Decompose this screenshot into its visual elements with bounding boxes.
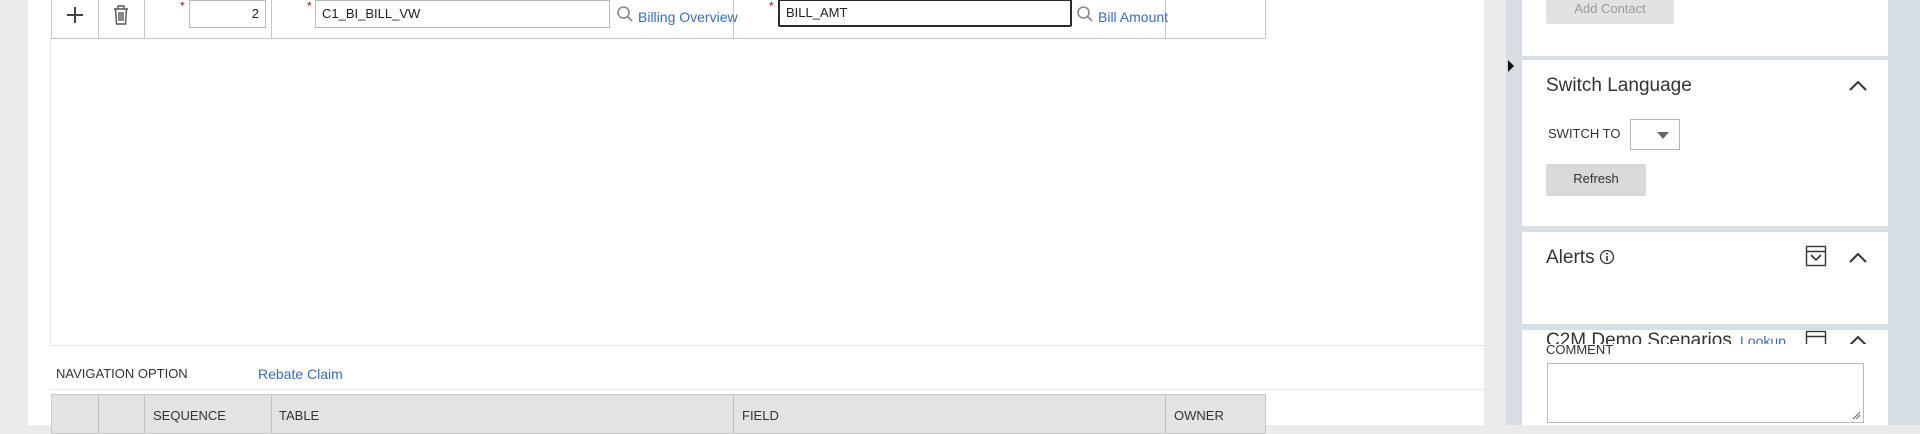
- grid-col-divider: [1165, 395, 1166, 433]
- table-input[interactable]: C1_BI_BILL_VW: [315, 0, 610, 28]
- switch-language-title: Switch Language: [1546, 75, 1692, 96]
- add-row-icon[interactable]: [62, 2, 88, 28]
- column-header-owner[interactable]: OWNER: [1174, 408, 1224, 423]
- field-lookup[interactable]: Bill Amount: [1076, 5, 1168, 28]
- switch-language-zone: Switch Language SWITCH TO Refresh: [1522, 60, 1888, 226]
- chevron-up-icon[interactable]: [1848, 78, 1868, 97]
- grid-col-divider: [733, 395, 734, 433]
- alerts-zone: Alerts: [1522, 232, 1888, 324]
- grid-header: SEQUENCE TABLE FIELD OWNER: [51, 394, 1266, 434]
- billing-overview-link[interactable]: Billing Overview: [638, 9, 738, 25]
- grid-empty-area: [50, 38, 1488, 346]
- c2m-demo-zone: C2M Demo Scenarios Lookup COMMENT: [1522, 330, 1888, 425]
- column-header-table[interactable]: TABLE: [279, 408, 319, 423]
- add-contact-button[interactable]: Add Contact: [1546, 0, 1674, 24]
- column-header-sequence[interactable]: SEQUENCE: [153, 408, 226, 423]
- navigation-option-link[interactable]: Rebate Claim: [258, 366, 343, 382]
- grid-col-divider: [271, 395, 272, 433]
- chevron-up-icon[interactable]: [1848, 250, 1868, 269]
- grid-col-divider: [271, 0, 272, 38]
- grid-col-divider: [98, 0, 99, 38]
- trash-icon[interactable]: [108, 2, 134, 28]
- divider: [50, 389, 1488, 390]
- switch-to-select[interactable]: [1630, 119, 1680, 150]
- search-icon[interactable]: [616, 5, 634, 28]
- resize-handle-icon[interactable]: [1851, 410, 1861, 420]
- search-icon[interactable]: [1076, 5, 1094, 28]
- filter-icon[interactable]: [1805, 245, 1827, 272]
- grid-col-divider: [144, 395, 145, 433]
- grid-col-divider: [98, 395, 99, 433]
- sequence-input[interactable]: 2: [189, 0, 266, 28]
- required-marker: *: [769, 0, 774, 13]
- switch-to-label: SWITCH TO: [1548, 126, 1621, 141]
- alerts-title: Alerts: [1546, 247, 1595, 268]
- comment-textarea[interactable]: [1547, 363, 1864, 423]
- required-marker: *: [307, 0, 312, 13]
- contact-zone: Add Contact: [1522, 0, 1888, 56]
- filter-icon[interactable]: [1805, 330, 1827, 344]
- chevron-down-icon: [1657, 132, 1669, 139]
- grid-col-divider: [144, 0, 145, 38]
- chevron-up-icon[interactable]: [1848, 333, 1868, 344]
- main-content: * 2 * C1_BI_BILL_VW Billing Overview * B…: [28, 0, 1488, 434]
- info-icon[interactable]: [1599, 249, 1615, 270]
- table-lookup[interactable]: Billing Overview: [616, 5, 738, 28]
- refresh-button[interactable]: Refresh: [1546, 164, 1646, 196]
- collapse-panel-handle[interactable]: [1507, 56, 1515, 76]
- field-input[interactable]: BILL_AMT: [778, 0, 1072, 27]
- criteria-grid-row: * 2 * C1_BI_BILL_VW Billing Overview * B…: [51, 0, 1266, 39]
- required-marker: *: [180, 0, 185, 13]
- column-header-field[interactable]: FIELD: [742, 408, 779, 423]
- bill-amount-link[interactable]: Bill Amount: [1098, 9, 1168, 25]
- comment-label: COMMENT: [1546, 342, 1614, 357]
- navigation-option-label: NAVIGATION OPTION: [56, 366, 188, 381]
- c2m-lookup-link[interactable]: Lookup: [1740, 333, 1786, 344]
